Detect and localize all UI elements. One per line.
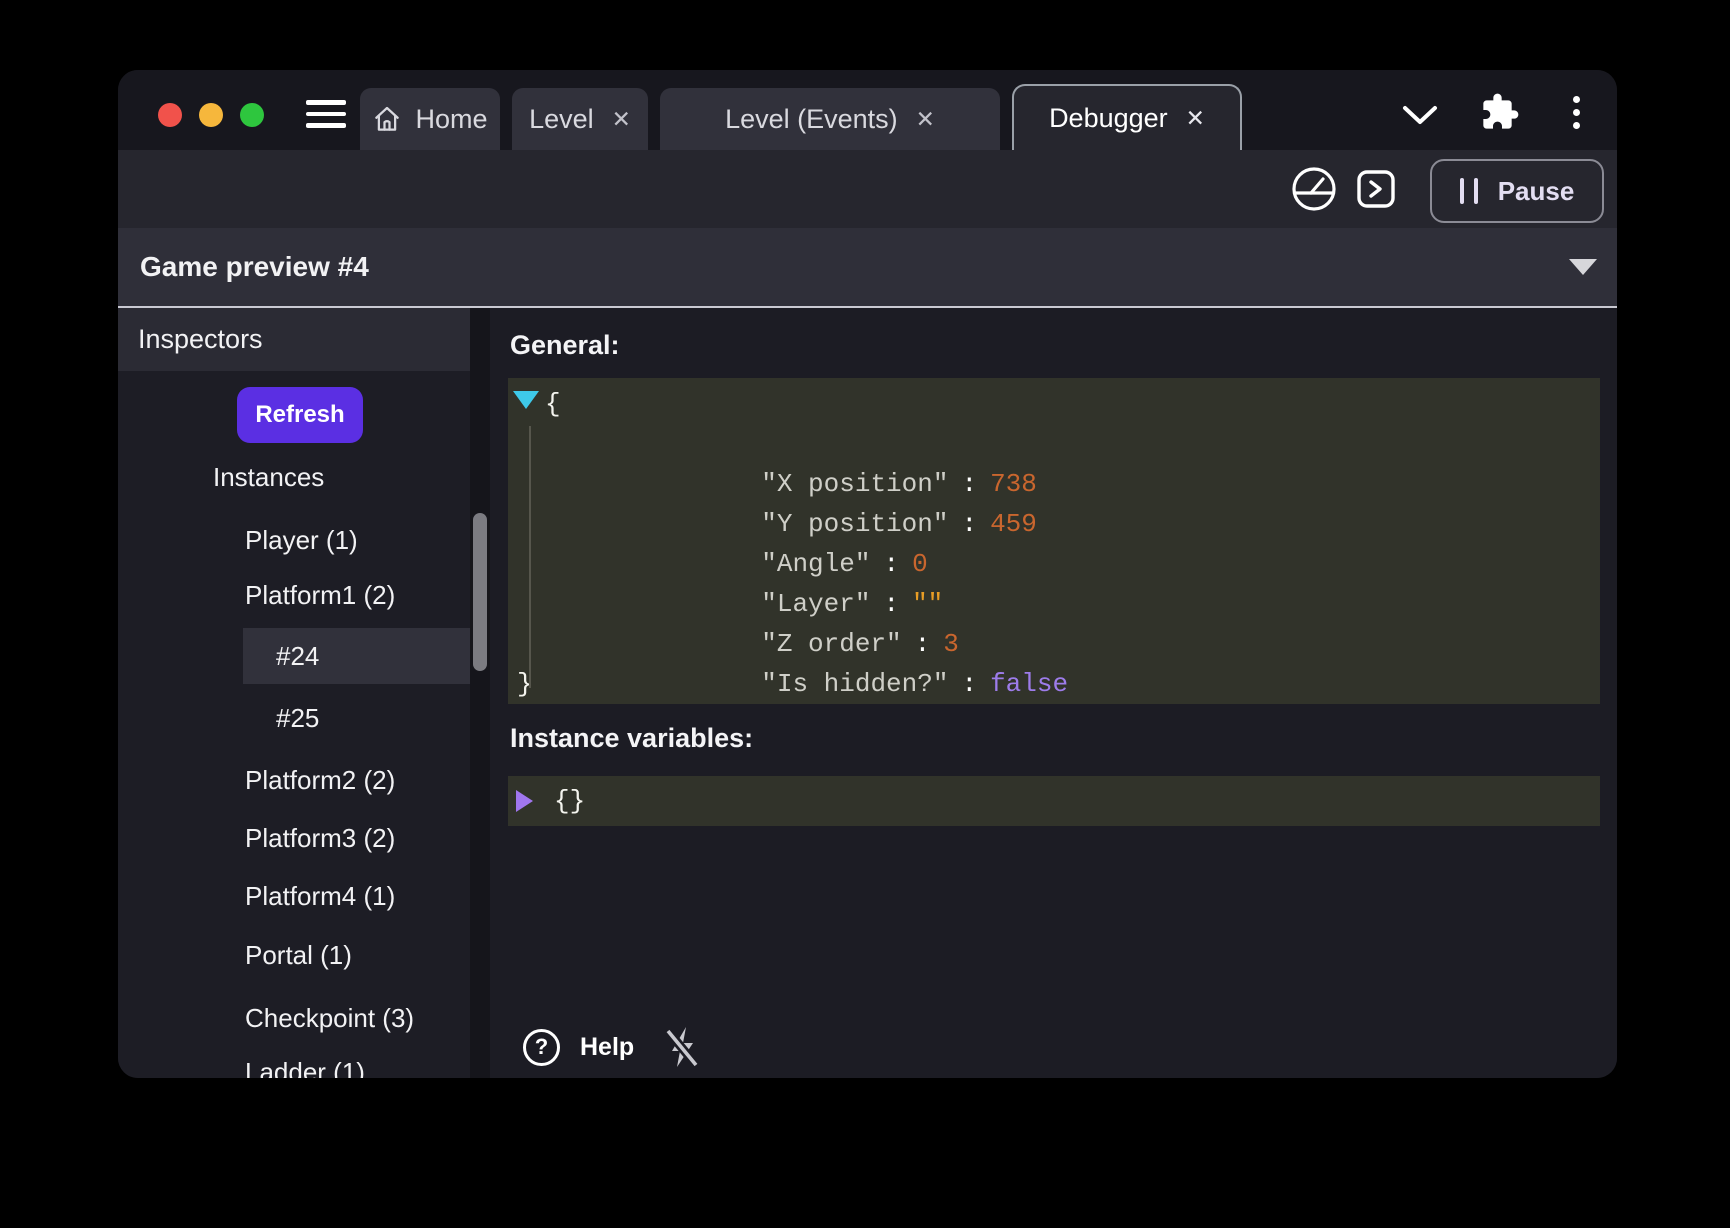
property-key: "X position"	[761, 469, 948, 499]
extensions-icon[interactable]	[1480, 92, 1520, 132]
inspectors-panel: Inspectors Refresh Instances Player (1) …	[118, 308, 490, 1078]
instance-variables-section-label: Instance variables:	[510, 723, 753, 754]
colon: :	[883, 549, 899, 579]
code-open-brace: {	[508, 384, 1600, 424]
bottom-actions: ? Help	[523, 1024, 702, 1070]
property-key: "Is hidden?"	[761, 669, 948, 699]
property-key: "Y position"	[761, 509, 948, 539]
tab-home[interactable]: Home	[360, 88, 500, 150]
colon: :	[883, 589, 899, 619]
tree-item-platform3[interactable]: Platform3 (2)	[118, 810, 470, 866]
flash-off-icon[interactable]	[662, 1024, 702, 1070]
tree-item-instances[interactable]: Instances	[118, 449, 470, 505]
scrollbar-thumb[interactable]	[473, 513, 487, 671]
tab-level-events[interactable]: Level (Events) ✕	[660, 88, 1000, 150]
desktop-background: Home Level ✕ Level (Events) ✕ Debugger ✕	[0, 0, 1730, 1228]
tree-item-portal[interactable]: Portal (1)	[118, 927, 470, 983]
titlebar: Home Level ✕ Level (Events) ✕ Debugger ✕	[118, 70, 1617, 150]
tab-label: Level (Events)	[725, 104, 898, 135]
colon: :	[915, 629, 931, 659]
tree-item-platform2[interactable]: Platform2 (2)	[118, 752, 470, 808]
property-value[interactable]: 459	[990, 509, 1037, 539]
close-tab-icon[interactable]: ✕	[1186, 105, 1205, 132]
instance-variables-editor: {}	[508, 776, 1600, 826]
dropdown-caret-icon	[1569, 259, 1597, 275]
property-row: "X position":738	[508, 424, 1600, 464]
property-key: "Angle"	[761, 549, 870, 579]
help-button[interactable]: ? Help	[523, 1029, 634, 1066]
pause-icon	[1460, 178, 1478, 204]
game-preview-header[interactable]: Game preview #4	[118, 228, 1617, 308]
pause-button[interactable]: Pause	[1430, 159, 1604, 223]
window-controls	[158, 103, 264, 127]
tree-item-ladder[interactable]: Ladder (1)	[118, 1044, 470, 1078]
property-value[interactable]: 738	[990, 469, 1037, 499]
tree-item-checkpoint[interactable]: Checkpoint (3)	[118, 990, 470, 1046]
expand-icon[interactable]	[516, 790, 533, 812]
tab-label: Home	[415, 104, 487, 135]
property-value[interactable]: ""	[912, 589, 943, 619]
tab-debugger[interactable]: Debugger ✕	[1012, 84, 1242, 150]
maximize-window-button[interactable]	[240, 103, 264, 127]
debugger-toolbar: Pause	[118, 150, 1617, 228]
tab-level[interactable]: Level ✕	[512, 88, 648, 150]
tree-item-player[interactable]: Player (1)	[118, 512, 470, 568]
tab-label: Debugger	[1049, 103, 1168, 134]
home-icon	[372, 104, 402, 134]
property-value[interactable]: false	[990, 669, 1068, 699]
property-key: "Layer"	[761, 589, 870, 619]
property-value[interactable]: 0	[912, 549, 928, 579]
tree-item-platform1[interactable]: Platform1 (2)	[118, 567, 470, 623]
indent-guide	[529, 426, 531, 688]
general-properties-editor: { "X position":738 "Y position":459 "Ang…	[508, 378, 1600, 704]
close-window-button[interactable]	[158, 103, 182, 127]
profiler-icon[interactable]	[1290, 165, 1338, 213]
debugger-body: Inspectors Refresh Instances Player (1) …	[118, 308, 1617, 1078]
inspectors-header: Inspectors	[118, 308, 490, 371]
property-value[interactable]: 3	[943, 629, 959, 659]
colon: :	[961, 469, 977, 499]
app-window: Home Level ✕ Level (Events) ✕ Debugger ✕	[118, 70, 1617, 1078]
minimize-window-button[interactable]	[199, 103, 223, 127]
tree-item-platform4[interactable]: Platform4 (1)	[118, 868, 470, 924]
close-tab-icon[interactable]: ✕	[612, 106, 631, 133]
pause-label: Pause	[1498, 176, 1575, 207]
refresh-button[interactable]: Refresh	[237, 387, 363, 443]
property-key: "Z order"	[761, 629, 901, 659]
menu-icon[interactable]	[306, 100, 346, 135]
chevron-down-icon[interactable]	[1402, 104, 1438, 126]
help-label: Help	[580, 1033, 634, 1062]
general-section-label: General:	[510, 330, 620, 361]
colon: :	[961, 669, 977, 699]
tree-item-instance-25[interactable]: #25	[118, 690, 470, 746]
collapse-icon[interactable]	[513, 391, 539, 409]
help-glyph: ?	[535, 1034, 548, 1060]
console-icon[interactable]	[1354, 167, 1398, 211]
kebab-menu-icon[interactable]	[1573, 96, 1581, 135]
close-tab-icon[interactable]: ✕	[916, 106, 935, 133]
tab-label: Level	[529, 104, 594, 135]
help-icon: ?	[523, 1029, 560, 1066]
tab-bar: Home Level ✕ Level (Events) ✕ Debugger ✕	[360, 84, 1242, 150]
tree-item-instance-24[interactable]: #24	[243, 628, 470, 684]
empty-object-literal: {}	[554, 786, 585, 816]
colon: :	[961, 509, 977, 539]
game-preview-title: Game preview #4	[140, 251, 369, 283]
inspector-detail: General: { "X position":738 "Y position"…	[490, 308, 1617, 1078]
scrollbar-track	[470, 308, 490, 1078]
